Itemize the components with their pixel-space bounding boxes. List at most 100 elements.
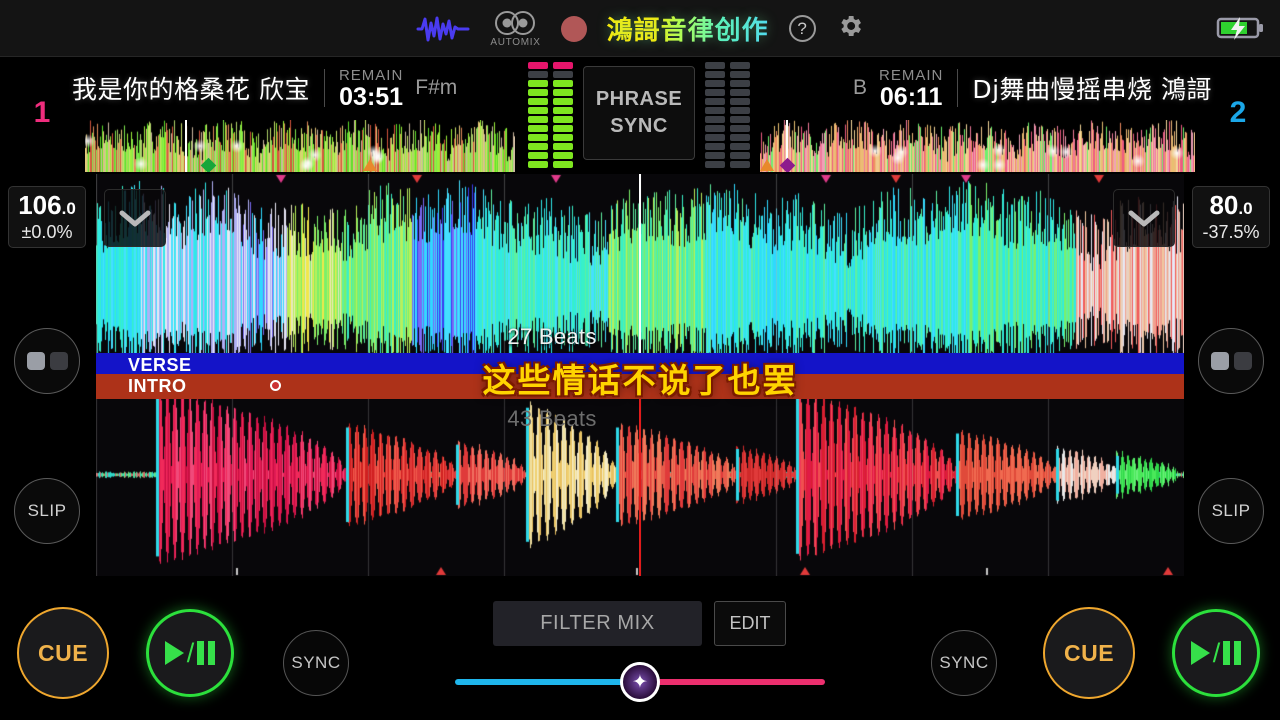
deck2-remain: REMAIN 06:11 xyxy=(879,67,943,110)
meter-column xyxy=(705,62,725,168)
deck2-sync-button[interactable]: SYNC xyxy=(931,630,997,696)
cue-point-marker[interactable] xyxy=(270,380,281,391)
deck1-beats-label: 27 Beats xyxy=(507,324,597,349)
meter-segment xyxy=(705,143,725,150)
record-dot-icon[interactable] xyxy=(560,15,587,42)
top-toolbar: AUTOMIX 鴻謌音律创作 ? xyxy=(0,0,1280,57)
battery-charging-icon xyxy=(1216,14,1266,42)
deck1-pads-button[interactable] xyxy=(14,328,80,394)
phrase-bar-intro[interactable]: INTRO xyxy=(96,374,1184,399)
meter-segment xyxy=(528,152,548,159)
meter-segment xyxy=(730,80,750,87)
meter-segment xyxy=(730,107,750,114)
waveform-icon[interactable] xyxy=(416,14,470,44)
meter-segment xyxy=(528,98,548,105)
filter-mix-button[interactable]: FILTER MIX xyxy=(493,601,702,646)
deck1-header: 我是你的格桑花 欣宝 REMAIN 03:51 F#m xyxy=(72,58,582,118)
deck2-cue-button[interactable]: CUE xyxy=(1043,607,1135,699)
meter-segment xyxy=(730,98,750,105)
meter-segment xyxy=(705,161,725,168)
meter-segment xyxy=(730,161,750,168)
deck2-track-title[interactable]: Dj舞曲慢摇串烧 鴻謌 xyxy=(972,70,1212,106)
meter-segment xyxy=(528,89,548,96)
phrase-sync-line2: SYNC xyxy=(610,115,668,137)
deck1-remain-label: REMAIN xyxy=(338,66,404,84)
meter-segment xyxy=(553,62,573,69)
sparkle-icon: ✦ xyxy=(632,671,648,693)
chevron-down-icon xyxy=(119,210,151,227)
deck1-overview-waveform[interactable] xyxy=(85,120,515,172)
deck1-bpm-display[interactable]: 106.0 ±0.0% xyxy=(8,186,86,248)
deck2-remain-label: REMAIN xyxy=(879,66,944,84)
crossfader-knob[interactable]: ✦ xyxy=(620,662,660,702)
phrase-label-intro: INTRO xyxy=(128,376,187,396)
deck2-pads-button[interactable] xyxy=(1198,328,1264,394)
deck2-overview-waveform[interactable] xyxy=(760,120,1195,172)
deck2-collapse-button[interactable] xyxy=(1113,189,1175,247)
deck1-collapse-button[interactable] xyxy=(104,189,166,247)
meter-column xyxy=(553,62,573,168)
meter-segment xyxy=(730,89,750,96)
deck1-remain-time[interactable]: 03:51 xyxy=(339,84,403,110)
automix-button[interactable]: AUTOMIX xyxy=(490,10,540,48)
deck2-bpm-display[interactable]: 80.0 -37.5% xyxy=(1192,186,1270,248)
phrase-label-verse: VERSE xyxy=(128,355,192,375)
meter-segment xyxy=(553,116,573,123)
help-icon[interactable]: ? xyxy=(788,15,816,42)
meter-segment xyxy=(528,80,548,87)
deck2-slip-button[interactable]: SLIP xyxy=(1198,478,1264,544)
edit-button[interactable]: EDIT xyxy=(714,601,786,646)
meter-segment xyxy=(553,143,573,150)
meter-segment xyxy=(705,62,725,69)
meter-segment xyxy=(553,98,573,105)
deck1-level-meter xyxy=(528,62,573,168)
play-pause-icon: / xyxy=(1190,638,1242,669)
deck1-pitch-value: ±0.0% xyxy=(21,221,73,242)
meter-segment xyxy=(705,125,725,132)
meter-segment xyxy=(730,152,750,159)
meter-segment xyxy=(528,107,548,114)
automix-icon xyxy=(495,10,536,35)
deck2-pitch-value: -37.5% xyxy=(1202,221,1260,242)
meter-segment xyxy=(528,71,548,78)
crossfader-right-track xyxy=(640,679,825,685)
deck2-bpm-value: 80 xyxy=(1209,189,1239,220)
meter-segment xyxy=(528,62,548,69)
crossfader[interactable]: ✦ xyxy=(455,662,825,702)
meter-segment xyxy=(705,89,725,96)
deck2-remain-time[interactable]: 06:11 xyxy=(880,84,943,110)
meter-segment xyxy=(528,134,548,141)
meter-segment xyxy=(705,107,725,114)
deck1-remain: REMAIN 03:51 xyxy=(339,67,403,110)
deck2-beats-label: 43 Beats xyxy=(507,406,597,431)
deck1-sync-button[interactable]: SYNC xyxy=(283,630,349,696)
phrase-sync-line1: PHRASE xyxy=(595,88,683,110)
deck2-play-pause-button[interactable]: / xyxy=(1172,609,1260,697)
deck1-track-title[interactable]: 我是你的格桑花 欣宝 xyxy=(72,70,310,106)
meter-segment xyxy=(553,89,573,96)
divider xyxy=(323,69,325,107)
deck1-play-pause-button[interactable]: / xyxy=(146,609,234,697)
automix-label: AUTOMIX xyxy=(490,36,541,48)
chevron-down-icon xyxy=(1128,210,1160,227)
meter-segment xyxy=(730,71,750,78)
phrase-sync-button[interactable]: PHRASE SYNC xyxy=(583,66,695,160)
deck-number-1: 1 xyxy=(33,96,51,129)
meter-segment xyxy=(553,71,573,78)
crossfader-left-track xyxy=(455,679,640,685)
deck1-slip-button[interactable]: SLIP xyxy=(14,478,80,544)
gear-icon[interactable] xyxy=(836,12,864,45)
meter-segment xyxy=(705,116,725,123)
meter-segment xyxy=(730,143,750,150)
deck1-key: F#m xyxy=(415,76,458,99)
meter-segment xyxy=(553,107,573,114)
meter-segment xyxy=(528,125,548,132)
meter-segment xyxy=(705,152,725,159)
play-pause-icon: / xyxy=(164,638,216,669)
meter-segment xyxy=(730,134,750,141)
meter-segment xyxy=(705,71,725,78)
deck2-key: B xyxy=(852,76,867,99)
meter-segment xyxy=(553,80,573,87)
deck1-cue-button[interactable]: CUE xyxy=(17,607,109,699)
pads-icon xyxy=(26,352,68,370)
